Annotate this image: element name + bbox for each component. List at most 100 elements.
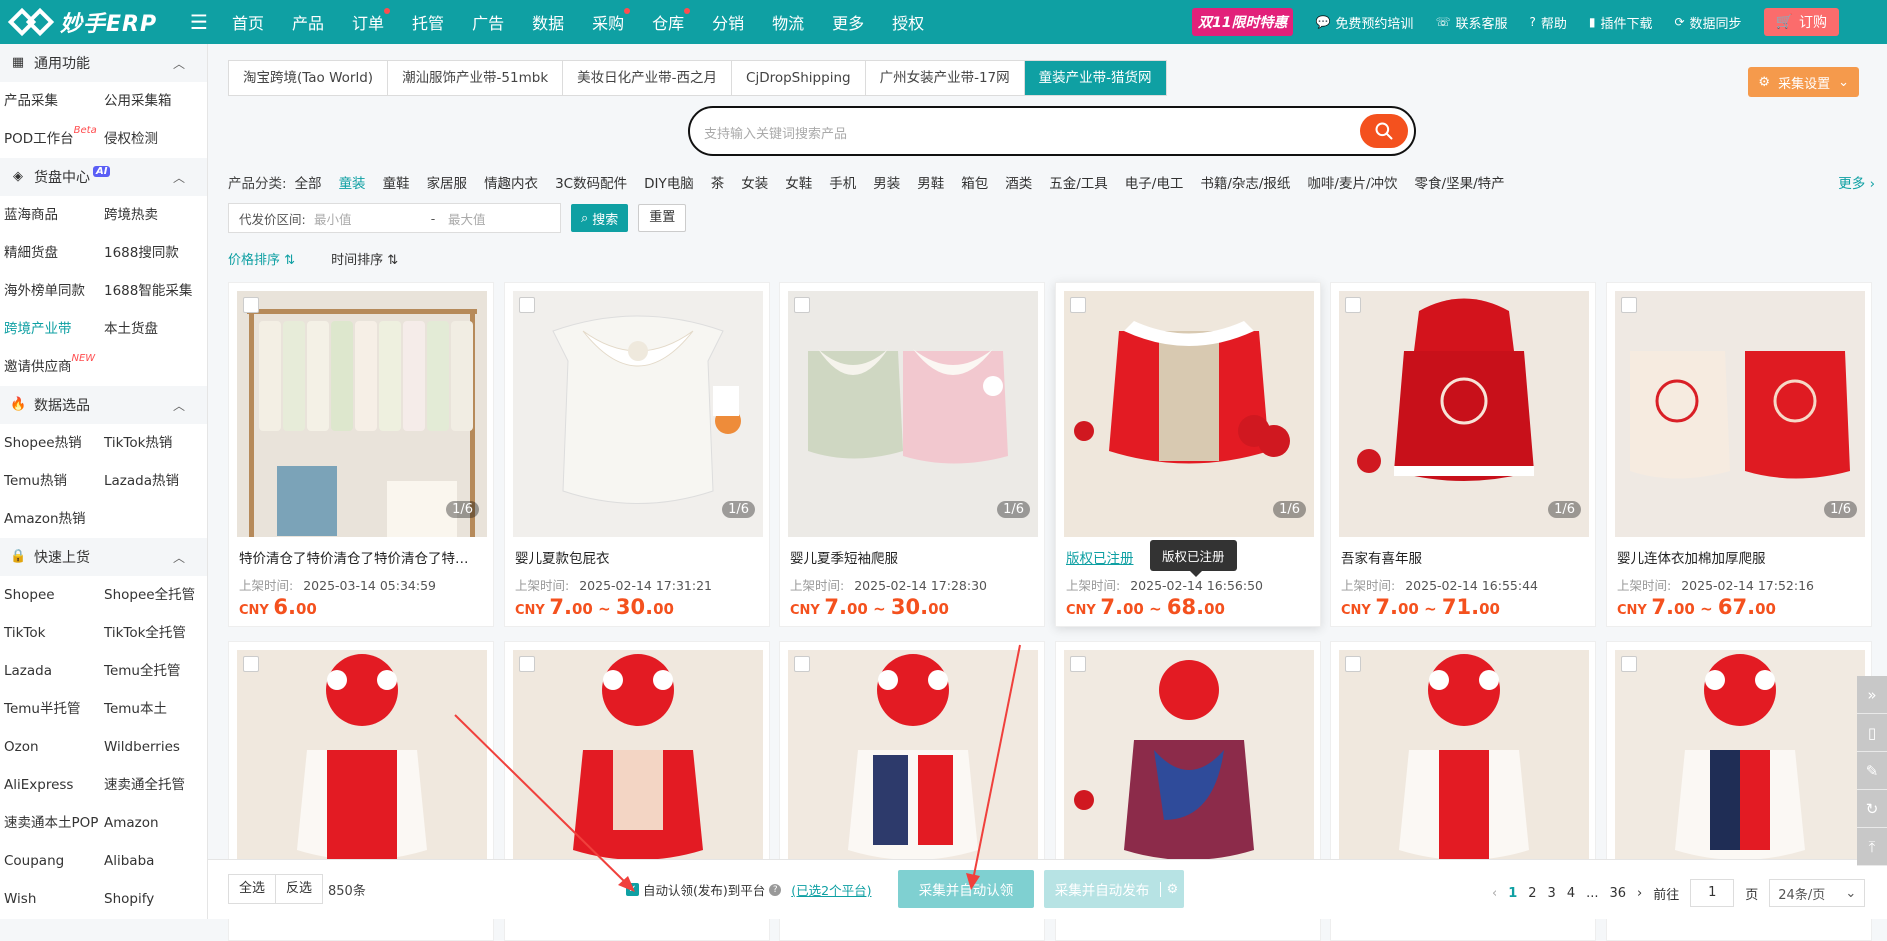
- question-icon[interactable]: ?: [769, 883, 782, 896]
- top-nav-item[interactable]: 仓库: [638, 8, 698, 34]
- category-item[interactable]: DIY电脑: [644, 172, 694, 192]
- price-sort[interactable]: 价格排序 ⇅: [228, 249, 295, 268]
- min-price-input[interactable]: 最小值: [314, 209, 418, 228]
- product-card[interactable]: 1/6 版权已注册 上架时间: 2025-02-14 16:56:50 CNY 7.00…: [1055, 282, 1321, 627]
- sidebar-link[interactable]: 侵权检测: [104, 120, 204, 158]
- category-item[interactable]: 箱包: [961, 172, 988, 192]
- sidebar-link[interactable]: TikTok全托管: [104, 614, 204, 652]
- category-item[interactable]: 童鞋: [383, 172, 410, 192]
- product-checkbox[interactable]: [519, 656, 535, 672]
- sidebar-section-header[interactable]: ◈ 货盘中心 AI ︿: [0, 158, 207, 196]
- top-nav-item[interactable]: 授权: [878, 10, 938, 34]
- feedback-icon[interactable]: ✎: [1857, 752, 1887, 790]
- menu-toggle-icon[interactable]: ☰: [180, 10, 218, 34]
- sidebar-link[interactable]: Shopee热销: [4, 424, 104, 462]
- page-number[interactable]: 2: [1528, 886, 1536, 901]
- help-link[interactable]: ? 帮助: [1529, 13, 1566, 32]
- mobile-icon[interactable]: ▯: [1857, 714, 1887, 752]
- page-number[interactable]: 36: [1610, 886, 1627, 901]
- sync-link[interactable]: ⟳ 数据同步: [1674, 13, 1741, 32]
- product-checkbox[interactable]: [1070, 297, 1086, 313]
- page-size-select[interactable]: 24条/页 ⌄: [1769, 879, 1866, 907]
- gear-icon[interactable]: ⚙: [1160, 881, 1184, 897]
- promo-badge[interactable]: 双11限时特惠: [1191, 8, 1294, 36]
- collect-settings-button[interactable]: ⚙ 采集设置 ⌄: [1748, 67, 1859, 97]
- category-item[interactable]: 茶: [711, 172, 725, 192]
- product-checkbox[interactable]: [1621, 656, 1637, 672]
- category-item[interactable]: 女装: [741, 172, 768, 192]
- top-nav-item[interactable]: 采购: [578, 8, 638, 34]
- filter-search-button[interactable]: ⌕ 搜索: [571, 204, 629, 232]
- time-sort[interactable]: 时间排序 ⇅: [331, 249, 398, 268]
- sidebar-link[interactable]: 1688智能采集: [104, 272, 204, 310]
- product-image[interactable]: [1615, 291, 1865, 537]
- sidebar-link[interactable]: 公用采集箱: [104, 82, 204, 120]
- product-checkbox[interactable]: [243, 656, 259, 672]
- sidebar-link[interactable]: Temu全托管: [104, 652, 204, 690]
- top-nav-item[interactable]: 产品: [278, 10, 338, 34]
- sidebar-link[interactable]: Amazon热销: [4, 500, 104, 538]
- product-card[interactable]: 1/6 特价清仓了特价清仓了特价清仓了特价... 上架时间: 2025-03-14 0…: [228, 282, 494, 627]
- sidebar-link[interactable]: Temu半托管: [4, 690, 104, 728]
- category-item[interactable]: 家居服: [427, 172, 468, 192]
- source-tab[interactable]: 淘宝跨境(Tao World): [229, 61, 389, 95]
- sidebar-link[interactable]: Temu热销: [4, 462, 104, 500]
- top-nav-item[interactable]: 分销: [698, 10, 758, 34]
- sidebar-link[interactable]: Temu本土: [104, 690, 204, 728]
- top-nav-item[interactable]: 托管: [398, 10, 458, 34]
- category-item[interactable]: 电子/电工: [1125, 172, 1184, 192]
- top-nav-item[interactable]: 更多: [818, 10, 878, 34]
- search-input[interactable]: 支持输入关键词搜索产品: [704, 123, 847, 142]
- invert-selection-button[interactable]: 反选: [276, 875, 322, 903]
- prev-page-icon[interactable]: ‹: [1492, 886, 1497, 901]
- category-item[interactable]: 3C数码配件: [555, 172, 627, 192]
- search-box[interactable]: 支持输入关键词搜索产品: [688, 106, 1416, 156]
- category-item[interactable]: 全部: [295, 172, 322, 192]
- product-checkbox[interactable]: [519, 297, 535, 313]
- sidebar-link[interactable]: TikTok: [4, 614, 104, 652]
- product-card[interactable]: 1/6 婴儿夏款包屁衣 上架时间: 2025-02-14 17:31:21 CNY 7.…: [504, 282, 770, 627]
- product-card[interactable]: 1/6 婴儿夏季短袖爬服 上架时间: 2025-02-14 17:28:30 CNY 7…: [779, 282, 1045, 627]
- product-checkbox[interactable]: [1345, 297, 1361, 313]
- product-checkbox[interactable]: [1070, 656, 1086, 672]
- selected-platforms-link[interactable]: (已选2个平台): [791, 880, 871, 899]
- sidebar-link[interactable]: AliExpress: [4, 766, 104, 804]
- source-tab[interactable]: CjDropShipping: [732, 61, 866, 95]
- more-categories-link[interactable]: 更多 ›: [1838, 172, 1875, 192]
- refresh-icon[interactable]: ↻: [1857, 790, 1887, 828]
- sidebar-link[interactable]: 精細货盘: [4, 234, 104, 272]
- top-nav-item[interactable]: 订单: [338, 8, 398, 34]
- source-tab[interactable]: 潮汕服饰产业带-51mbk: [388, 61, 564, 95]
- expand-icon[interactable]: »: [1857, 676, 1887, 714]
- sidebar-section-header[interactable]: 🔒 快速上货 ︿: [0, 538, 207, 576]
- category-item[interactable]: 酒类: [1005, 172, 1032, 192]
- sidebar-link[interactable]: Shopee全托管: [104, 576, 204, 614]
- sidebar-link[interactable]: Shopify: [104, 880, 204, 918]
- source-tab[interactable]: 广州女装产业带-17网: [866, 61, 1025, 95]
- plugin-link[interactable]: ▮ 插件下载: [1589, 13, 1653, 32]
- product-card[interactable]: 1/6 吾家有喜年服 上架时间: 2025-02-14 16:55:44 CNY 7.0…: [1330, 282, 1596, 627]
- sidebar-link[interactable]: Wildberries: [104, 728, 204, 766]
- order-button[interactable]: 🛒 订购: [1763, 8, 1839, 36]
- chevron-up-icon[interactable]: ︿: [173, 55, 185, 72]
- category-item[interactable]: 情趣内衣: [484, 172, 538, 192]
- top-nav-item[interactable]: 首页: [218, 10, 278, 34]
- sidebar-link[interactable]: 本土货盘: [104, 310, 204, 348]
- page-number[interactable]: ...: [1586, 886, 1598, 901]
- category-item[interactable]: 手机: [829, 172, 856, 192]
- product-image[interactable]: [1339, 291, 1589, 537]
- max-price-input[interactable]: 最大值: [448, 209, 552, 228]
- top-nav-item[interactable]: 数据: [518, 10, 578, 34]
- page-number[interactable]: 3: [1548, 886, 1556, 901]
- chevron-up-icon[interactable]: ︿: [173, 397, 185, 414]
- product-image[interactable]: [788, 291, 1038, 537]
- chevron-up-icon[interactable]: ︿: [173, 169, 185, 186]
- auto-claim-checkbox[interactable]: ✓: [626, 883, 639, 896]
- category-item[interactable]: 书籍/杂志/报纸: [1200, 172, 1290, 192]
- category-item[interactable]: 童装: [339, 172, 366, 192]
- product-checkbox[interactable]: [794, 297, 810, 313]
- source-tab[interactable]: 美妆日化产业带-西之月: [563, 61, 733, 95]
- sidebar-section-header[interactable]: 🔥 数据选品 ︿: [0, 386, 207, 424]
- product-checkbox[interactable]: [243, 297, 259, 313]
- sidebar-link[interactable]: 邀请供应商 NEW: [4, 348, 104, 386]
